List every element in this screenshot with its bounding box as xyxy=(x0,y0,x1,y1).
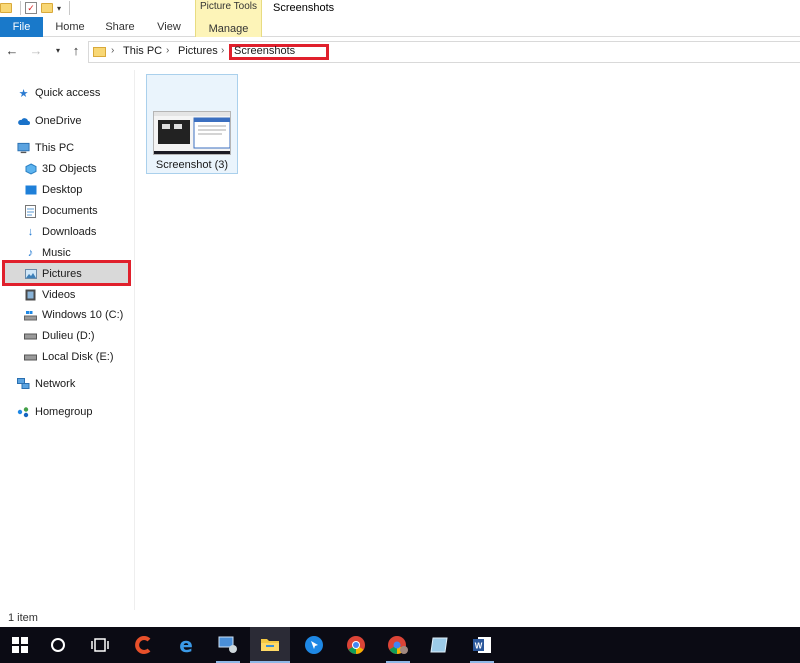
tab-home[interactable]: Home xyxy=(52,17,88,37)
sidebar-item-homegroup[interactable]: Homegroup xyxy=(17,404,92,420)
sidebar-item-pictures[interactable]: Pictures xyxy=(24,266,82,282)
status-item-count: 1 item xyxy=(8,612,38,624)
sidebar-item-label: Local Disk (E:) xyxy=(42,351,114,363)
qat-divider xyxy=(20,1,21,15)
sidebar-item-label: Desktop xyxy=(42,184,83,196)
sidebar-item-dulieu-d[interactable]: Dulieu (D:) xyxy=(24,328,95,344)
tab-share[interactable]: Share xyxy=(102,17,138,37)
sidebar-item-label: 3D Objects xyxy=(42,163,97,175)
sidebar-item-onedrive[interactable]: OneDrive xyxy=(17,113,81,129)
ribbon: ✓ ▾ File Home Share View Picture Tools M… xyxy=(0,0,800,37)
screenshot-thumbnail xyxy=(153,111,231,155)
sidebar-item-label: Network xyxy=(35,378,76,390)
sidebar-item-documents[interactable]: Documents xyxy=(24,203,98,219)
up-arrow-icon[interactable]: ↑ xyxy=(68,43,84,59)
music-note-icon: ♪ xyxy=(27,247,34,259)
sidebar-item-label: This PC xyxy=(35,142,75,154)
ccleaner-icon[interactable] xyxy=(124,627,164,663)
homegroup-icon xyxy=(17,406,30,419)
sidebar-item-this-pc[interactable]: This PC xyxy=(17,140,74,156)
sidebar-item-label: Homegroup xyxy=(35,406,93,418)
back-arrow-icon[interactable]: ← xyxy=(4,43,20,59)
pictures-icon xyxy=(24,268,37,281)
network-icon xyxy=(17,378,30,391)
drive-icon xyxy=(24,351,37,364)
window-title: Screenshots xyxy=(273,2,335,14)
breadcrumb-screenshots[interactable]: Screenshots xyxy=(234,45,295,57)
sidebar-item-desktop[interactable]: Desktop xyxy=(24,182,82,198)
chrome-icon[interactable] xyxy=(336,627,376,663)
sidebar-item-local-disk-e[interactable]: Local Disk (E:) xyxy=(24,349,114,365)
document-icon xyxy=(24,204,37,218)
video-icon xyxy=(24,289,37,302)
chevron-right-icon[interactable]: › xyxy=(166,45,169,56)
forward-arrow-icon[interactable]: → xyxy=(28,43,44,59)
chevron-right-icon[interactable]: › xyxy=(111,45,114,56)
tab-manage[interactable]: Manage xyxy=(196,19,261,39)
sidebar-item-label: Videos xyxy=(42,289,76,301)
sidebar-item-videos[interactable]: Videos xyxy=(24,287,75,303)
customize-qat-icon[interactable]: ▾ xyxy=(57,4,61,13)
sidebar-item-label: OneDrive xyxy=(35,115,82,127)
sidebar-item-network[interactable]: Network xyxy=(17,376,75,392)
picture-tools-group: Picture Tools Manage xyxy=(195,0,262,37)
sidebar-item-label: Dulieu (D:) xyxy=(42,330,95,342)
sidebar-item-3d-objects[interactable]: 3D Objects xyxy=(24,161,96,177)
sidebar-item-label: Music xyxy=(42,247,71,259)
file-name: Screenshot (3) xyxy=(155,159,229,171)
address-row: ← → ▾ ↑ › This PC › Pictures › Screensho… xyxy=(0,38,800,66)
desktop-icon xyxy=(24,184,37,197)
sidebar-item-label: Documents xyxy=(42,205,98,217)
computer-icon xyxy=(17,142,30,155)
tab-view[interactable]: View xyxy=(152,17,186,37)
sidebar-item-label: Downloads xyxy=(42,226,97,238)
folder-icon xyxy=(93,47,106,57)
download-icon: ↓ xyxy=(27,226,34,238)
recent-locations-icon[interactable]: ▾ xyxy=(50,43,66,59)
notes-app-icon[interactable] xyxy=(420,627,460,663)
chrome-profile-icon[interactable] xyxy=(378,627,418,663)
cube-icon xyxy=(24,163,37,176)
drive-windows-icon xyxy=(24,309,37,322)
tab-file[interactable]: File xyxy=(0,17,43,37)
svg-text:W: W xyxy=(475,642,483,651)
task-view-icon[interactable] xyxy=(80,627,120,663)
chevron-right-icon[interactable]: › xyxy=(221,45,224,56)
sidebar-item-downloads[interactable]: ↓ Downloads xyxy=(24,224,97,240)
sidebar-item-label: Pictures xyxy=(42,268,82,280)
network-tool-icon[interactable] xyxy=(208,627,248,663)
navigation-pane: ★ Quick access OneDrive This PC 3D Objec… xyxy=(0,70,135,610)
cloud-icon xyxy=(17,115,30,128)
sidebar-item-music[interactable]: ♪ Music xyxy=(24,245,71,261)
quick-access-toolbar: ✓ ▾ xyxy=(0,0,71,16)
qat-divider xyxy=(69,1,71,15)
picture-tools-label: Picture Tools xyxy=(199,1,258,12)
cortana-circle-icon[interactable] xyxy=(38,627,78,663)
properties-icon[interactable]: ✓ xyxy=(25,2,37,14)
file-explorer-icon[interactable] xyxy=(250,627,290,663)
edge-icon[interactable]: e xyxy=(166,627,206,663)
sidebar-item-label: Quick access xyxy=(35,87,101,99)
taskbar: e W xyxy=(0,627,800,663)
sidebar-item-windows-c[interactable]: Windows 10 (C:) xyxy=(24,307,123,323)
breadcrumb-pictures[interactable]: Pictures xyxy=(178,45,218,57)
breadcrumb-this-pc[interactable]: This PC xyxy=(123,45,162,57)
drive-icon xyxy=(24,330,37,343)
address-bar[interactable]: › This PC › Pictures › Screenshots xyxy=(88,41,800,63)
star-icon: ★ xyxy=(18,87,29,100)
sidebar-item-label: Windows 10 (C:) xyxy=(42,309,124,321)
folder-icon[interactable] xyxy=(0,3,12,13)
new-folder-icon[interactable] xyxy=(41,3,53,13)
file-item[interactable]: Screenshot (3) xyxy=(146,74,238,174)
windows-start-icon[interactable] xyxy=(0,627,40,663)
sidebar-item-quick-access[interactable]: ★ Quick access xyxy=(17,85,101,101)
pointer-app-icon[interactable] xyxy=(294,627,334,663)
word-icon[interactable]: W xyxy=(462,627,502,663)
